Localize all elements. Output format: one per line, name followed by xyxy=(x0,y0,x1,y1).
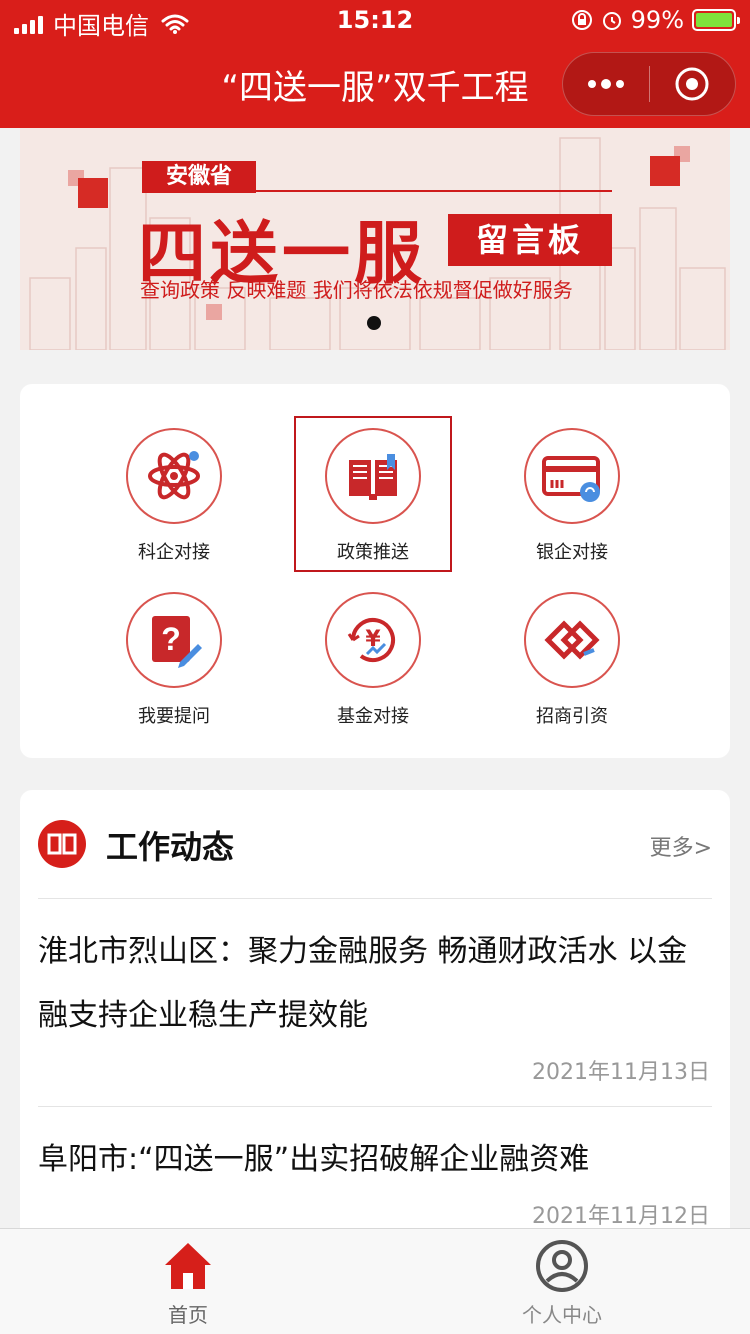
divider xyxy=(38,1106,712,1107)
question-note-icon: ? xyxy=(126,592,222,688)
tab-label: 首页 xyxy=(168,1303,208,1327)
banner-province-tag: 安徽省 xyxy=(142,161,256,193)
decor-square xyxy=(68,170,84,186)
tab-label: 个人中心 xyxy=(522,1303,602,1327)
tab-profile[interactable]: 个人中心 xyxy=(462,1239,662,1329)
menu-item-ask-question[interactable]: ? 我要提问 xyxy=(94,592,254,742)
miniprogram-capsule xyxy=(562,52,736,116)
news-item-date: 2021年11月13日 xyxy=(532,1060,710,1085)
handshake-icon xyxy=(524,592,620,688)
divider xyxy=(38,898,712,899)
menu-item-policy-push[interactable]: 政策推送 xyxy=(293,428,453,578)
decor-square xyxy=(206,304,222,320)
header: 中国电信 15:12 99% “四送一服”双千工程 xyxy=(0,0,750,128)
service-menu: 科企对接 政策推送 银企对接 ? 我要提问 ¥ 基金对接 招商引资 xyxy=(20,384,730,758)
menu-label: 基金对接 xyxy=(337,706,409,727)
orientation-lock-icon xyxy=(571,10,592,30)
news-header: 工作动态 更多> xyxy=(20,790,730,898)
news-item-title[interactable]: 淮北市烈山区：聚力金融服务 畅通财政活水 以金融支持企业稳生产提效能 xyxy=(38,920,712,1048)
status-right: 99% xyxy=(571,6,740,34)
yuan-coin-icon: ¥ xyxy=(325,592,421,688)
svg-text:?: ? xyxy=(161,621,181,657)
menu-label: 招商引资 xyxy=(536,706,608,727)
battery-percent: 99% xyxy=(630,6,684,34)
banner-divider xyxy=(256,190,612,192)
atom-icon xyxy=(126,428,222,524)
news-item-date: 2021年11月12日 xyxy=(532,1204,710,1229)
status-bar: 中国电信 15:12 99% xyxy=(0,0,750,40)
news-item-title[interactable]: 阜阳市:“四送一服”出实招破解企业融资难 xyxy=(38,1128,712,1192)
banner-carousel[interactable]: 安徽省 四送一服 留言板 查询政策 反映难题 我们将依法依规督促做好服务 xyxy=(20,128,730,350)
user-icon xyxy=(536,1240,588,1292)
carousel-indicator[interactable] xyxy=(367,316,381,330)
banner-subtitle: 查询政策 反映难题 我们将依法依规督促做好服务 xyxy=(140,278,573,302)
menu-item-investment[interactable]: 招商引资 xyxy=(492,592,652,742)
menu-label: 科企对接 xyxy=(138,542,210,563)
menu-label: 银企对接 xyxy=(536,542,608,563)
more-button[interactable] xyxy=(563,52,649,116)
more-dots-icon xyxy=(587,79,624,89)
banner-board-label: 留言板 xyxy=(448,214,612,266)
page-title: “四送一服”双千工程 xyxy=(221,68,529,108)
close-button[interactable] xyxy=(650,52,736,116)
book-icon xyxy=(325,428,421,524)
bank-card-icon xyxy=(524,428,620,524)
menu-label: 我要提问 xyxy=(138,706,210,727)
tab-bar: 首页 个人中心 xyxy=(0,1228,750,1334)
news-section: 工作动态 更多> 淮北市烈山区：聚力金融服务 畅通财政活水 以金融支持企业稳生产… xyxy=(20,790,730,1250)
menu-item-fund[interactable]: ¥ 基金对接 xyxy=(293,592,453,742)
menu-item-tech-enterprise[interactable]: 科企对接 xyxy=(94,428,254,578)
home-icon xyxy=(165,1243,211,1289)
tab-home[interactable]: 首页 xyxy=(88,1239,288,1329)
open-book-icon xyxy=(38,820,86,868)
target-close-icon xyxy=(675,67,709,101)
battery-icon xyxy=(692,9,740,31)
menu-label: 政策推送 xyxy=(337,542,409,563)
menu-item-bank-enterprise[interactable]: 银企对接 xyxy=(492,428,652,578)
news-section-title: 工作动态 xyxy=(106,828,235,866)
decor-square xyxy=(674,146,690,162)
news-more-link[interactable]: 更多> xyxy=(650,830,712,862)
alarm-icon xyxy=(602,12,621,30)
